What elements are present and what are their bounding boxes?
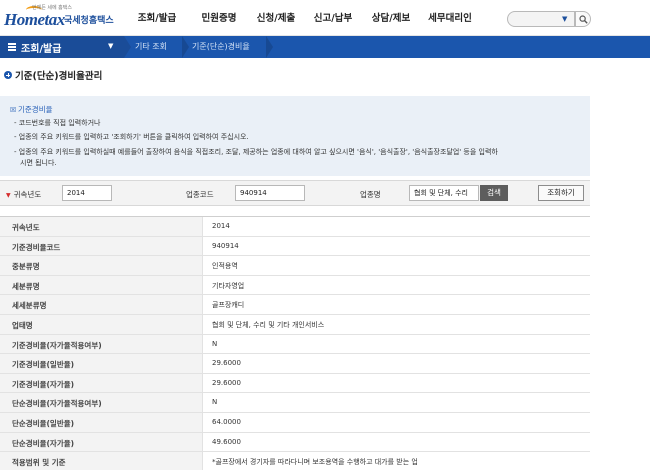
- row-value: 골프장캐디: [212, 301, 245, 310]
- row-value: N: [212, 339, 218, 348]
- header-search: ▼: [507, 11, 591, 27]
- logo-korean-text: 국세청홈택스: [64, 16, 114, 26]
- guide-line: - 코드번호를 직접 입력하거나: [14, 119, 101, 127]
- breadcrumb-separator-icon: [182, 36, 189, 58]
- guide-line: - 업종의 주요 키워드를 입력하고 '조회하기' 버튼을 클릭하여 입력하여 …: [14, 133, 249, 141]
- row-value: 2014: [212, 222, 230, 230]
- table-row: 세분류명 기타자영업: [0, 275, 590, 296]
- table-row: 기준경비율코드 940914: [0, 236, 590, 257]
- hometax-logo[interactable]: 언제든 세에 홈택스 Hometax 국세청홈택스: [4, 4, 122, 32]
- location-bar: 조회/발급 ▼ 기타 조회 기준(단순)경비율: [0, 36, 650, 58]
- row-value: 64.0000: [212, 417, 241, 426]
- row-label: 단순경비율(자가율적용여부): [12, 399, 102, 409]
- year-label-text: 귀속년도: [13, 190, 42, 199]
- inquiry-button[interactable]: 조회하기: [538, 185, 584, 201]
- year-label: ▼ 귀속년도: [6, 189, 41, 200]
- page-title: 기준(단순)경비율관리: [15, 71, 103, 82]
- gnb-item-filing[interactable]: 신고/납부: [304, 0, 362, 36]
- menu-label: 조회/발급: [21, 44, 62, 55]
- row-header: 세분류명: [0, 275, 203, 295]
- hamburger-icon: [8, 43, 16, 51]
- gnb-item-tax-agent[interactable]: 세무대리인: [420, 0, 480, 36]
- gnb-item-certificate[interactable]: 민원증명: [190, 0, 248, 36]
- guide-box: ☒ 기준경비율 - 코드번호를 직접 입력하거나 - 업종의 주요 키워드를 입력…: [0, 96, 590, 176]
- guide-heading: ☒ 기준경비율: [10, 104, 53, 115]
- row-label: 기준경비율코드: [12, 242, 61, 252]
- chevron-down-icon: ▼: [108, 42, 114, 50]
- row-value: *골프장에서 경기자를 따라다니며 보조용역을 수행하고 대가를 받는 업: [212, 458, 418, 467]
- row-label: 적용범위 및 기준: [12, 458, 66, 468]
- row-label: 단순경비율(자가율): [12, 438, 75, 448]
- row-header: 기준경비율(일반율): [0, 354, 203, 373]
- top-header: 언제든 세에 홈택스 Hometax 국세청홈택스 조회/발급 민원증명 신청/…: [0, 0, 650, 36]
- row-header: 단순경비율(자가율적용여부): [0, 393, 203, 412]
- table-row: 기준경비율(일반율) 29.6000: [0, 354, 590, 374]
- row-label: 세세분류명: [12, 301, 47, 311]
- all-menu-button[interactable]: 조회/발급 ▼: [0, 36, 124, 58]
- guide-line: - 업종의 주요 키워드를 입력하실때 예를들어 출장하여 음식을 직접조리, …: [14, 148, 498, 156]
- business-name-label: 업종명: [360, 190, 381, 199]
- table-row: 기준경비율(자가율) 29.6000: [0, 373, 590, 394]
- row-header: 기준경비율(자가율적용여부): [0, 334, 203, 354]
- row-label: 세분류명: [12, 281, 40, 291]
- breadcrumb-other-inquiry[interactable]: 기타 조회: [135, 41, 167, 52]
- row-label: 기준경비율(일반율): [12, 360, 75, 370]
- row-value: 29.6000: [212, 359, 241, 368]
- code-input[interactable]: 940914: [235, 185, 305, 201]
- row-header: 세세분류명: [0, 295, 203, 314]
- row-label: 단순경비율(일반율): [12, 418, 75, 428]
- table-row: 업태명 협회 및 단체, 수리 및 기타 개인서비스: [0, 314, 590, 335]
- guide-check-icon: ☒: [10, 106, 17, 114]
- table-row: 단순경비율(자가율적용여부) N: [0, 393, 590, 413]
- row-value: 협회 및 단체, 수리 및 기타 개인서비스: [212, 320, 325, 329]
- title-bullet-icon: [4, 71, 12, 79]
- search-button[interactable]: [575, 11, 591, 27]
- gnb-item-application[interactable]: 신청/제출: [248, 0, 304, 36]
- row-header: 기준경비율(자가율): [0, 373, 203, 393]
- row-label: 중분류명: [12, 262, 40, 272]
- search-code-button[interactable]: 검색: [480, 185, 508, 201]
- guide-heading-text: 기준경비율: [18, 105, 53, 114]
- table-row: 단순경비율(일반율) 64.0000: [0, 412, 590, 433]
- guide-line: 시면 됩니다.: [20, 159, 57, 167]
- business-name-input[interactable]: 협회 및 단체, 수리: [409, 185, 479, 201]
- table-row: 귀속년도 2014: [0, 217, 590, 237]
- breadcrumb-expense-rate[interactable]: 기준(단순)경비율: [192, 41, 250, 52]
- gnb-item-consult[interactable]: 상담/제보: [362, 0, 420, 36]
- search-dropdown-icon[interactable]: ▼: [562, 15, 567, 23]
- row-header: 귀속년도: [0, 217, 203, 236]
- row-header: 기준경비율코드: [0, 236, 203, 256]
- row-value: 29.6000: [212, 378, 241, 387]
- row-header: 적용범위 및 기준: [0, 452, 203, 470]
- row-header: 중분류명: [0, 256, 203, 275]
- global-nav: 조회/발급 민원증명 신청/제출 신고/납부 상담/제보 세무대리인: [124, 0, 480, 36]
- code-label: 업종코드: [186, 190, 214, 199]
- row-label: 귀속년도: [12, 223, 40, 232]
- required-marker-icon: ▼: [6, 192, 11, 199]
- row-value: 940914: [212, 241, 239, 250]
- breadcrumb-separator-icon: [266, 36, 273, 58]
- row-value: 49.6000: [212, 437, 241, 446]
- row-value: 인적용역: [212, 262, 238, 271]
- table-row: 단순경비율(자가율) 49.6000: [0, 432, 590, 453]
- row-value: N: [212, 398, 218, 407]
- row-label: 기준경비율(자가율): [12, 379, 75, 389]
- breadcrumb-separator-icon: [124, 36, 131, 58]
- row-label: 업태명: [12, 320, 33, 330]
- table-row: 적용범위 및 기준 *골프장에서 경기자를 따라다니며 보조용역을 수행하고 대가…: [0, 452, 590, 470]
- row-header: 단순경비율(일반율): [0, 412, 203, 432]
- logo-hometax-text: Hometax: [4, 10, 65, 29]
- table-row: 세세분류명 골프장캐디: [0, 295, 590, 315]
- year-input[interactable]: 2014: [62, 185, 112, 201]
- row-header: 단순경비율(자가율): [0, 432, 203, 452]
- table-row: 중분류명 인적용역: [0, 256, 590, 276]
- search-icon: [579, 15, 588, 24]
- row-label: 기준경비율(자가율적용여부): [12, 340, 102, 350]
- row-header: 업태명: [0, 314, 203, 334]
- search-form: ▼ 귀속년도 2014 업종코드 940914 업종명 협회 및 단체, 수리 검…: [0, 180, 590, 206]
- row-value: 기타자영업: [212, 281, 245, 290]
- table-row: 기준경비율(자가율적용여부) N: [0, 334, 590, 355]
- result-table: 귀속년도 2014 기준경비율코드 940914 중분류명 인적용역 세분류명 기타자영…: [0, 216, 590, 470]
- gnb-item-inquiry[interactable]: 조회/발급: [124, 0, 190, 36]
